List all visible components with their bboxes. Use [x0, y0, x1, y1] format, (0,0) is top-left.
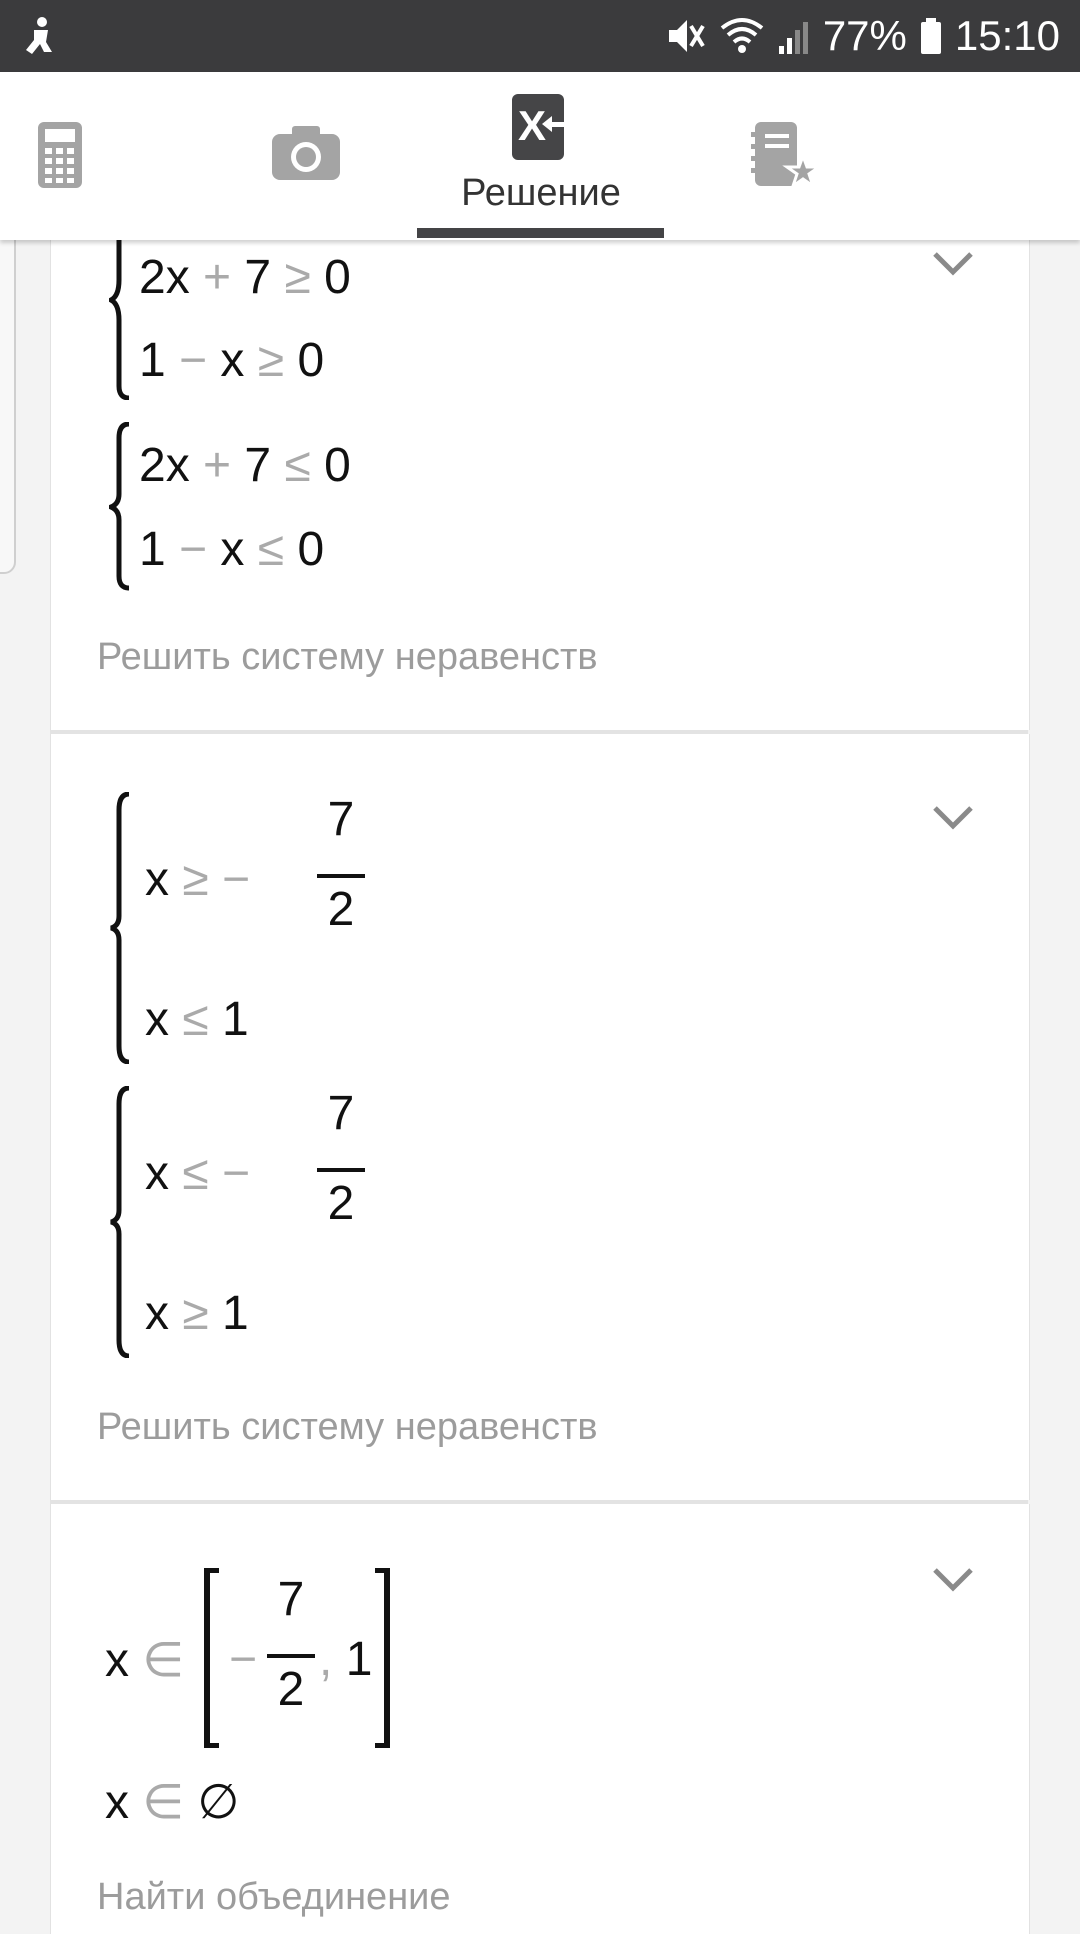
interval-result: x ∈ − 7 2 , 1 [105, 1562, 425, 1752]
drawer-handle[interactable] [0, 218, 16, 574]
inequality-line: 1 − x ≥ 0 [139, 334, 325, 387]
tab-bar: X Решение [0, 72, 1080, 240]
brace-icon [110, 1086, 130, 1358]
step-card-2[interactable]: x ≥ − 7 2 x ≤ 1 x ≤ − 7 2 x ≥ 1 Решить с [50, 734, 1030, 1500]
solution-icon: X [512, 94, 570, 160]
step-card-1[interactable]: 2x + 7 ≥ 0 1 − x ≥ 0 2x + 7 ≤ 0 1 − x ≤ … [50, 200, 1030, 730]
inequality-system: x ≥ − 7 2 x ≤ 1 [109, 792, 409, 1064]
inequality-line: 2x + 7 ≥ 0 [139, 251, 351, 304]
chevron-down-icon[interactable] [931, 248, 975, 278]
fraction-denominator: 2 [327, 883, 355, 936]
fraction-denominator: 2 [327, 1177, 355, 1230]
inequality-line: x ≤ − [145, 1147, 251, 1200]
inequality-line: x ≤ 1 [145, 993, 249, 1046]
camera-icon [272, 126, 340, 180]
active-tab-indicator [417, 228, 664, 238]
fraction-bar [317, 1168, 365, 1172]
clock: 15:10 [954, 12, 1060, 59]
tab-solution-label: Решение [461, 172, 621, 214]
status-bar: 77% 15:10 [0, 0, 1080, 72]
tab-calculator[interactable] [20, 72, 100, 240]
fraction-denominator: 2 [277, 1663, 305, 1716]
brace-icon [110, 792, 130, 1064]
interval-right-bound: 1 [345, 1633, 373, 1686]
fraction-bar [267, 1654, 315, 1658]
minus-sign: − [229, 1633, 258, 1686]
brace-icon [109, 422, 130, 591]
svg-text:X: X [518, 102, 546, 149]
right-bracket-icon [375, 1568, 390, 1748]
tab-favorites[interactable] [745, 72, 835, 240]
element-of-symbol: ∈ [142, 1634, 185, 1687]
tab-camera[interactable] [262, 72, 352, 240]
comma: , [319, 1633, 333, 1686]
notebook-star-icon [751, 122, 821, 190]
signal-icon [778, 22, 808, 54]
inequality-line: 1 − x ≤ 0 [139, 523, 325, 576]
tab-solution[interactable]: X Решение [416, 72, 666, 240]
calculator-icon [38, 122, 82, 188]
step-caption: Решить систему неравенств [97, 1406, 598, 1448]
inequality-line: 2x + 7 ≤ 0 [139, 439, 351, 492]
notification-icon [26, 17, 52, 54]
fraction-bar [317, 874, 365, 878]
inequality-line: x ≥ 1 [145, 1287, 249, 1340]
step-caption: Найти объединение [97, 1876, 451, 1918]
fraction-numerator: 7 [277, 1573, 305, 1626]
left-bracket-icon [204, 1568, 219, 1748]
chevron-down-icon[interactable] [931, 1564, 975, 1594]
wifi-icon [720, 18, 764, 53]
chevron-down-icon[interactable] [931, 802, 975, 832]
battery-icon [920, 18, 941, 54]
fraction-numerator: 7 [327, 793, 355, 846]
step-caption: Решить систему неравенств [97, 636, 598, 678]
inequality-system: 2x + 7 ≤ 0 1 − x ≤ 0 [109, 422, 409, 592]
battery-percent: 77% [822, 12, 907, 59]
empty-set-result: x ∈ ∅ [105, 1776, 240, 1829]
step-card-3[interactable]: x ∈ − 7 2 , 1 x ∈ ∅ Найти объединение [50, 1504, 1030, 1934]
mute-icon [668, 20, 705, 52]
inequality-line: x ≥ − [145, 853, 251, 906]
fraction-numerator: 7 [327, 1087, 355, 1140]
inequality-system: x ≤ − 7 2 x ≥ 1 [109, 1086, 409, 1358]
interval-variable: x [105, 1634, 129, 1687]
